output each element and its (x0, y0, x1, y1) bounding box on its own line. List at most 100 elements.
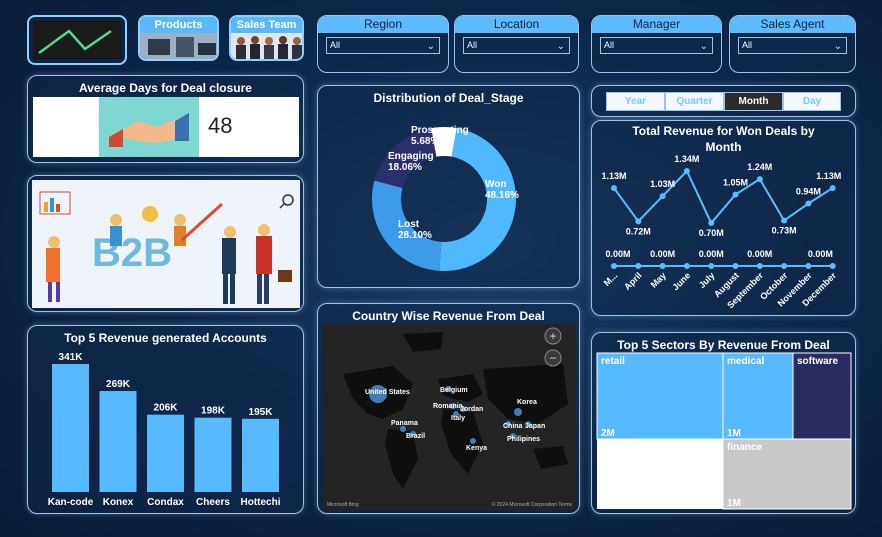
avg-days-body: 48 (33, 97, 299, 157)
category-label-3: Cheers (196, 497, 230, 508)
revenue-label-3: 1.34M (674, 154, 699, 164)
location-value: All (467, 40, 478, 50)
sector-value-1: 1M (727, 428, 741, 439)
sales-agent-slicer[interactable]: Sales Agent All ⌄ (729, 15, 856, 73)
sector-name-3: finance (727, 442, 762, 453)
revenue-label-2: 1.03M (650, 179, 675, 189)
chevron-down-icon: ⌄ (556, 41, 565, 52)
month-label-1: April (622, 270, 644, 292)
slice-name-1: Lost (398, 219, 420, 230)
slice-value-0: 48.16% (485, 190, 519, 201)
zero-label-8: 0.00M (808, 249, 833, 259)
country-label-1: Panama (391, 420, 418, 427)
avg-days-title: Average Days for Deal closure (79, 81, 252, 95)
revenue-label-6: 1.24M (747, 162, 772, 172)
bar-label-3: 198K (201, 406, 226, 417)
deal-stage-card: Distribution of Deal_Stage Won 48.16% Lost… (317, 85, 580, 288)
bar-label-4: 195K (249, 407, 274, 418)
month-label-3: June (670, 270, 692, 292)
sector-name-1: medical (727, 356, 764, 367)
month-label-4: July (697, 270, 717, 290)
country-label-10: Japan (525, 423, 545, 430)
country-label-0: United States (365, 389, 410, 396)
zoom-in-icon: + (549, 329, 556, 343)
month-label-0: M... (602, 270, 620, 288)
sector-value-0: 2M (601, 428, 615, 439)
revenue-label-5: 1.05M (723, 178, 748, 188)
revenue-label-1: 0.72M (626, 226, 651, 236)
bar-1 (99, 391, 137, 492)
sales-team-button[interactable]: Sales Team (229, 15, 304, 61)
logo-icon (33, 21, 121, 59)
country-bubble-8 (514, 408, 522, 416)
revenue-point-8 (805, 200, 812, 207)
zero-point-2 (659, 263, 666, 269)
region-slicer[interactable]: Region All ⌄ (317, 15, 449, 73)
location-slicer[interactable]: Location All ⌄ (454, 15, 579, 73)
chevron-down-icon: ⌄ (833, 41, 842, 52)
zero-point-1 (635, 263, 642, 269)
bar-label-1: 269K (106, 379, 131, 390)
b2b-illustration-card: B2B (27, 175, 304, 312)
location-dropdown[interactable]: All ⌄ (463, 37, 570, 54)
revenue-point-3 (683, 168, 690, 174)
bar-label-0: 341K (59, 352, 84, 363)
bar-2 (147, 414, 184, 492)
slice-value-3: 5.68% (411, 136, 439, 147)
country-label-7: Kenya (466, 445, 487, 452)
revenue-label-4: 0.70M (699, 228, 724, 238)
revenue-label-7: 0.73M (772, 226, 797, 236)
logo-tile (27, 15, 127, 65)
country-bubble-7 (470, 438, 476, 444)
country-label-9: China (503, 423, 523, 430)
avg-days-value: 48 (208, 113, 233, 138)
handshake-icon (99, 97, 199, 157)
products-icon (140, 33, 217, 59)
products-label: Products (140, 17, 217, 33)
bar-0 (52, 364, 89, 492)
zoom-out-icon: − (549, 351, 556, 365)
tab-day[interactable]: Day (783, 92, 841, 111)
map-copyright: © 2024 Microsoft Corporation Terms (492, 501, 573, 508)
manager-dropdown[interactable]: All ⌄ (600, 37, 713, 54)
sales-team-label: Sales Team (231, 17, 302, 33)
tab-year[interactable]: Year (606, 92, 665, 111)
zero-point-7 (781, 263, 788, 269)
country-label-8: Korea (517, 399, 537, 406)
zero-point-3 (683, 263, 690, 269)
slice-name-0: Won (485, 179, 506, 190)
slice-name-2: Engaging (388, 151, 434, 162)
sales-agent-dropdown[interactable]: All ⌄ (738, 37, 847, 54)
region-dropdown[interactable]: All ⌄ (326, 37, 440, 54)
category-label-2: Condax (147, 497, 184, 508)
manager-slicer[interactable]: Manager All ⌄ (591, 15, 722, 73)
manager-value: All (604, 40, 615, 50)
slice-name-3: Prospecting (411, 125, 469, 136)
zero-point-9 (829, 263, 836, 269)
slice-value-2: 18.06% (388, 162, 422, 173)
manager-slicer-title: Manager (592, 16, 721, 33)
sector-name-0: retail (601, 356, 625, 367)
revenue-month-chart: 1.13M 0.72M 1.03M 1.34M 0.70M 1.05M 1.24M 0.73M… (601, 154, 841, 310)
category-label-1: Konex (103, 497, 134, 508)
zero-point-0 (611, 263, 617, 269)
country-map[interactable]: United StatesPanamaBrazilBelgiumRomaniaJ… (323, 324, 576, 510)
region-slicer-title: Region (318, 16, 448, 33)
zero-point-8 (805, 263, 812, 269)
country-label-3: Belgium (440, 387, 468, 394)
zero-point-5 (732, 263, 739, 269)
sector-value-3: 1M (727, 498, 741, 509)
products-button[interactable]: Products (138, 15, 219, 61)
tab-quarter[interactable]: Quarter (665, 92, 724, 111)
treemap-blank (597, 439, 723, 509)
country-label-6: Italy (451, 415, 465, 422)
revenue-month-card: Total Revenue for Won Deals by Month 1.1… (591, 120, 856, 316)
revenue-point-4 (708, 220, 715, 226)
tab-month[interactable]: Month (724, 92, 783, 111)
bar-label-2: 206K (154, 403, 179, 414)
zero-point-6 (756, 263, 763, 269)
top-accounts-chart: 341K Kan-code 269K Konex 206K Condax 198K Cheer… (48, 352, 281, 508)
region-value: All (330, 40, 341, 50)
country-map-card: Country Wise Revenue From Deal United St… (317, 303, 580, 514)
b2b-text: B2B (92, 231, 172, 275)
